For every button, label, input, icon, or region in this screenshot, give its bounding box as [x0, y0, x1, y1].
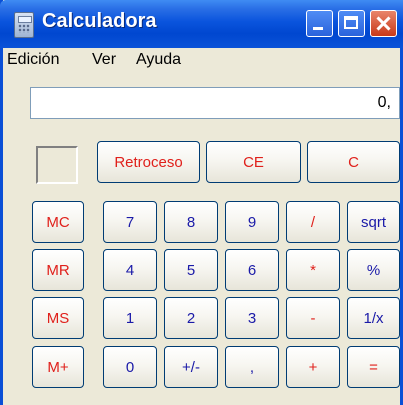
maximize-button[interactable] [338, 10, 365, 37]
digit-9-button[interactable]: 9 [225, 201, 279, 243]
calculator-window: Calculadora Edición Ver Ayuda 0, Retroce… [0, 0, 403, 405]
digit-6-button[interactable]: 6 [225, 249, 279, 291]
menu-ver[interactable]: Ver [92, 51, 116, 69]
memory-clear-button[interactable]: MC [32, 201, 84, 243]
close-button[interactable] [370, 10, 397, 37]
subtract-button[interactable]: - [286, 297, 340, 339]
digit-8-button[interactable]: 8 [164, 201, 218, 243]
divide-button[interactable]: / [286, 201, 340, 243]
memory-indicator [36, 146, 78, 184]
digit-4-button[interactable]: 4 [103, 249, 157, 291]
equals-button[interactable]: = [347, 346, 400, 388]
sqrt-button[interactable]: sqrt [347, 201, 400, 243]
add-button[interactable]: + [286, 346, 340, 388]
memory-store-button[interactable]: MS [32, 297, 84, 339]
memory-add-button[interactable]: M+ [32, 346, 84, 388]
multiply-button[interactable]: * [286, 249, 340, 291]
window-title: Calculadora [42, 10, 157, 32]
digit-3-button[interactable]: 3 [225, 297, 279, 339]
result-display: 0, [30, 87, 400, 119]
reciprocal-button[interactable]: 1/x [347, 297, 400, 339]
digit-1-button[interactable]: 1 [103, 297, 157, 339]
decimal-button[interactable]: , [225, 346, 279, 388]
menu-ayuda[interactable]: Ayuda [136, 51, 181, 69]
menu-bar: Edición Ver Ayuda [3, 48, 400, 72]
menu-edicion[interactable]: Edición [7, 51, 59, 69]
clear-button[interactable]: C [307, 141, 400, 183]
digit-7-button[interactable]: 7 [103, 201, 157, 243]
sign-toggle-button[interactable]: +/- [164, 346, 218, 388]
percent-button[interactable]: % [347, 249, 400, 291]
calculator-icon [14, 12, 34, 38]
digit-2-button[interactable]: 2 [164, 297, 218, 339]
clear-entry-button[interactable]: CE [206, 141, 301, 183]
memory-recall-button[interactable]: MR [32, 249, 84, 291]
digit-5-button[interactable]: 5 [164, 249, 218, 291]
digit-0-button[interactable]: 0 [103, 346, 157, 388]
backspace-button[interactable]: Retroceso [97, 141, 200, 183]
minimize-button[interactable] [306, 10, 333, 37]
title-bar[interactable]: Calculadora [0, 0, 403, 48]
